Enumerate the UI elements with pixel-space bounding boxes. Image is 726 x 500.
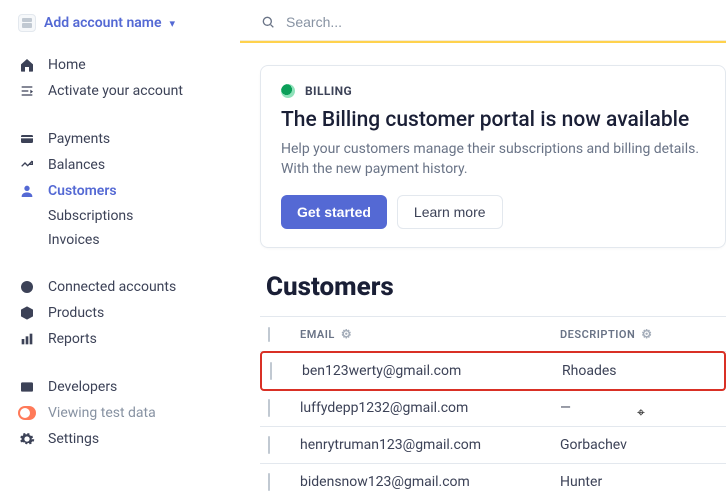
row-checkbox[interactable]	[268, 399, 270, 417]
nav-customers[interactable]: Customers	[0, 178, 239, 204]
row-checkbox[interactable]	[268, 436, 270, 454]
nav-reports[interactable]: Reports	[0, 326, 239, 352]
banner-body: Help your customers manage their subscri…	[281, 140, 705, 179]
nav-label: Viewing test data	[48, 405, 156, 421]
nav-label: Reports	[48, 331, 97, 347]
table-row[interactable]: luffydepp1232@gmail.com—	[260, 390, 726, 427]
nav-home[interactable]: Home	[0, 52, 239, 78]
products-icon	[18, 305, 36, 321]
nav-payments[interactable]: Payments	[0, 126, 239, 152]
column-label: EMAIL	[300, 328, 335, 341]
nav-label: Balances	[48, 157, 105, 173]
account-switcher[interactable]: Add account name ▾	[0, 14, 239, 46]
nav-balances[interactable]: Balances	[0, 152, 239, 178]
search-icon	[260, 14, 276, 30]
search-bar	[240, 0, 726, 41]
billing-banner: BILLING The Billing customer portal is n…	[260, 65, 726, 248]
nav-settings[interactable]: Settings	[0, 426, 239, 452]
cell-description: Hunter	[560, 474, 718, 490]
cell-email: ben123werty@gmail.com	[302, 363, 562, 379]
table-row[interactable]: henrytruman123@gmail.comGorbachev	[260, 427, 726, 464]
cell-email: bidensnow123@gmail.com	[300, 474, 560, 490]
balances-icon	[18, 157, 36, 173]
nav-label: Activate your account	[48, 83, 183, 99]
toggle-on-icon[interactable]	[18, 406, 36, 420]
nav-subscriptions[interactable]: Subscriptions	[0, 204, 239, 228]
customers-icon	[18, 183, 36, 199]
column-email[interactable]: EMAIL ⚙	[300, 327, 560, 341]
billing-dot-icon	[281, 84, 295, 98]
table-row[interactable]: bidensnow123@gmail.comHunter	[260, 464, 726, 500]
nav-label: Customers	[48, 183, 117, 199]
banner-kicker-text: BILLING	[305, 84, 352, 98]
sidebar: Add account name ▾ Home Activate your ac…	[0, 0, 240, 500]
developers-icon	[18, 379, 36, 395]
banner-kicker: BILLING	[281, 84, 705, 98]
nav-label: Invoices	[48, 232, 100, 248]
table-row[interactable]: ben123werty@gmail.comRhoades	[260, 351, 726, 391]
nav-label: Subscriptions	[48, 208, 133, 224]
nav-label: Connected accounts	[48, 279, 176, 295]
nav-label: Products	[48, 305, 104, 321]
nav-label: Home	[48, 57, 86, 73]
content: BILLING The Billing customer portal is n…	[240, 43, 726, 500]
nav-products[interactable]: Products	[0, 300, 239, 326]
select-all-checkbox[interactable]	[268, 327, 270, 342]
reports-icon	[18, 331, 36, 347]
banner-title: The Billing customer portal is now avail…	[281, 108, 705, 132]
nav-connected[interactable]: Connected accounts	[0, 274, 239, 300]
chevron-down-icon: ▾	[169, 17, 175, 30]
cell-description: Gorbachev	[560, 437, 718, 453]
row-checkbox[interactable]	[270, 362, 272, 380]
nav-label: Payments	[48, 131, 110, 147]
nav-viewing-test[interactable]: Viewing test data	[0, 400, 239, 426]
account-name: Add account name	[44, 15, 161, 31]
page-title: Customers	[266, 272, 726, 302]
home-icon	[18, 57, 36, 73]
cell-email: luffydepp1232@gmail.com	[300, 400, 560, 416]
cell-email: henrytruman123@gmail.com	[300, 437, 560, 453]
account-logo-icon	[18, 14, 36, 32]
payments-icon	[18, 131, 36, 147]
column-label: DESCRIPTION	[560, 328, 635, 341]
table-body: ben123werty@gmail.comRhoadesluffydepp123…	[260, 351, 726, 500]
main: BILLING The Billing customer portal is n…	[240, 0, 726, 500]
activate-icon	[18, 83, 36, 99]
table-header: EMAIL ⚙ DESCRIPTION ⚙	[260, 317, 726, 352]
column-description[interactable]: DESCRIPTION ⚙	[560, 327, 718, 341]
nav-invoices[interactable]: Invoices	[0, 228, 239, 252]
gear-icon[interactable]: ⚙	[641, 327, 652, 341]
nav-label: Settings	[48, 431, 99, 447]
gear-icon[interactable]: ⚙	[341, 327, 352, 341]
search-input[interactable]	[286, 14, 706, 30]
get-started-button[interactable]: Get started	[281, 195, 387, 229]
cell-description: Rhoades	[562, 363, 716, 379]
connected-icon	[18, 279, 36, 295]
row-checkbox[interactable]	[268, 473, 270, 491]
customers-table: EMAIL ⚙ DESCRIPTION ⚙ ben123werty@gmail.…	[260, 316, 726, 500]
nav-label: Developers	[48, 379, 117, 395]
nav-developers[interactable]: Developers	[0, 374, 239, 400]
cell-description: —	[560, 400, 718, 416]
gear-icon	[18, 431, 36, 447]
learn-more-button[interactable]: Learn more	[397, 195, 503, 229]
nav-activate[interactable]: Activate your account	[0, 78, 239, 104]
